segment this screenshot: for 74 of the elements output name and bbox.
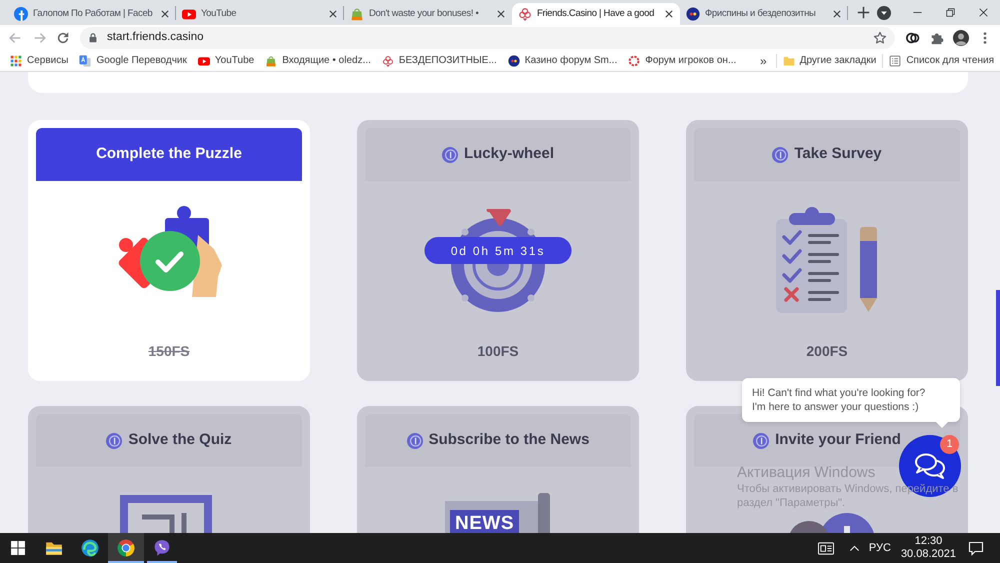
more-bookmarks-button[interactable]: » (757, 52, 770, 70)
chat-tooltip: Hi! Can't find what you're looking for? I'm here to answer your questions :) (742, 378, 960, 428)
coin-icon (772, 146, 788, 162)
play-icon (182, 7, 196, 21)
bookmark-item[interactable]: Сервисы (10, 53, 68, 68)
news-widget-icon[interactable] (816, 540, 835, 556)
address-field[interactable]: start.friends.casino (80, 26, 895, 48)
close-icon[interactable] (832, 9, 842, 19)
bag-icon (265, 54, 278, 66)
close-icon[interactable] (160, 9, 170, 19)
linked-circles-icon[interactable] (906, 30, 920, 44)
bookmark-item[interactable]: Google Переводчик (79, 53, 187, 68)
dropdown-icon[interactable] (877, 6, 891, 20)
phone-bubble-icon (153, 539, 171, 557)
reload-icon[interactable] (56, 30, 70, 44)
card-title: Subscribe to the News (428, 430, 590, 450)
start-menu-icon[interactable] (11, 541, 25, 555)
clock-date[interactable]: 30.08.2021 (900, 548, 956, 561)
notification-icon[interactable] (968, 540, 984, 556)
close-icon[interactable] (328, 9, 338, 19)
close-icon[interactable] (664, 9, 674, 19)
chat-icon (914, 452, 946, 480)
news-label: NEWS (450, 510, 519, 533)
restore-icon[interactable] (945, 7, 956, 18)
browser-tab[interactable]: Don't waste your bonuses! • (344, 3, 512, 25)
round-logo-icon (14, 7, 28, 21)
browser-tab[interactable]: Friends.Casino | Have a good (512, 3, 680, 25)
coin-icon (106, 432, 122, 448)
avatar-icon[interactable] (953, 30, 969, 46)
close-icon[interactable] (496, 9, 506, 19)
play-icon (198, 54, 210, 66)
card-title: Complete the Puzzle (96, 144, 242, 164)
card-title: Invite your Friend (775, 430, 901, 450)
star-icon[interactable] (873, 30, 887, 44)
reward-amount: 150FS (148, 342, 190, 361)
card-title: Take Survey (794, 144, 882, 164)
close-icon[interactable] (978, 7, 989, 18)
reading-list-icon (889, 54, 902, 66)
reading-list-button[interactable]: Список для чтения (889, 53, 994, 68)
bookmark-item[interactable]: Казино форум Sm... (508, 53, 618, 68)
bag-icon (350, 7, 364, 21)
coin-icon (406, 432, 423, 448)
reward-amount: 100FS (477, 342, 519, 361)
browser-tab[interactable]: Фриспины и бездепозитны (680, 3, 848, 25)
bookmark-item[interactable]: Форум игроков он... (628, 53, 736, 68)
reward-amount: 200FS (806, 342, 848, 361)
flower-icon (518, 7, 532, 21)
scrollbar-thumb[interactable] (996, 290, 1000, 386)
browser-tab[interactable]: Галопом По Работам | Faceb (8, 3, 176, 25)
bookmark-folder[interactable]: Другие закладки (782, 53, 876, 68)
bookmark-item[interactable]: YouTube (198, 53, 254, 68)
bookmark-item[interactable]: Входящие • oledz... (265, 53, 371, 68)
countdown-timer: 0d 0h 5m 31s (424, 237, 572, 264)
clock-time[interactable]: 12:30 (914, 535, 942, 548)
flower-icon (382, 54, 394, 66)
plus-icon[interactable] (857, 6, 870, 19)
coin-icon (442, 146, 458, 162)
apps-grid-icon (10, 54, 22, 66)
disc-icon (508, 54, 520, 66)
segmented-circle-icon (117, 539, 135, 557)
card-title: Lucky-wheel (464, 144, 554, 164)
swirl-icon (81, 539, 99, 557)
lock-icon (88, 32, 98, 43)
card-title: Solve the Quiz (128, 430, 232, 450)
browser-tab[interactable]: YouTube (176, 3, 344, 25)
taskbar-button[interactable] (108, 533, 144, 563)
disc-icon (686, 7, 700, 21)
bookmark-item[interactable]: БЕЗДЕПОЗИТНЫЕ... (382, 53, 497, 68)
folder-icon (782, 54, 795, 66)
translate-icon (79, 54, 92, 66)
ring-icon (628, 54, 640, 66)
puzzle-icon[interactable] (930, 30, 944, 44)
coin-icon (753, 432, 770, 448)
language-indicator[interactable]: РУС (868, 540, 891, 556)
